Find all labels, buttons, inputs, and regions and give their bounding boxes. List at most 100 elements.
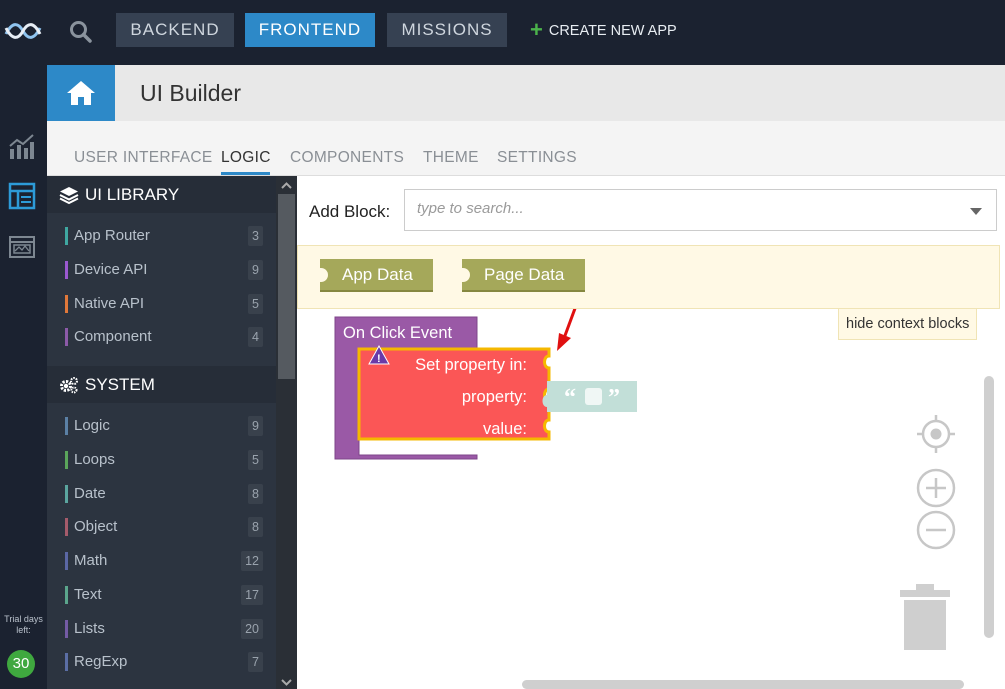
- gears-icon: [60, 377, 78, 394]
- library-item-count: 17: [241, 585, 263, 605]
- library-item-object[interactable]: Object 8: [65, 517, 263, 537]
- tab-frontend[interactable]: FRONTEND: [245, 13, 375, 47]
- logic-workspace[interactable]: Add Block: App Data Page Data hide conte…: [297, 176, 1005, 689]
- library-section-system[interactable]: SYSTEM: [47, 366, 276, 403]
- library-item-label: Native API: [74, 295, 145, 312]
- library-item-count: 12: [241, 551, 263, 571]
- library-item-count: 8: [248, 517, 263, 537]
- context-blocks-bar: App Data Page Data: [297, 245, 1000, 309]
- workspace-scrollbar-vertical[interactable]: [984, 376, 994, 638]
- library-item-date[interactable]: Date 8: [65, 484, 263, 504]
- library-item-logic[interactable]: Logic 9: [65, 416, 263, 436]
- top-bar: BACKEND FRONTEND MISSIONS + CREATE NEW AP…: [0, 0, 1005, 65]
- library-section-ui-library[interactable]: UI LIBRARY: [47, 176, 276, 213]
- library-item-label: Math: [74, 552, 108, 569]
- workspace-scrollbar-horizontal[interactable]: [522, 680, 964, 689]
- library-item-count: 7: [248, 652, 263, 672]
- ui-builder-icon[interactable]: [8, 182, 36, 210]
- library-item-label: RegExp: [74, 653, 128, 670]
- library-item-count: 3: [248, 226, 263, 246]
- create-new-app-button[interactable]: + CREATE NEW APP: [530, 13, 677, 47]
- library-item-label: Text: [74, 586, 102, 603]
- library-item-count: 9: [248, 416, 263, 436]
- library-item-app-router[interactable]: App Router 3: [65, 226, 263, 246]
- blocks-canvas: On Click Event ! Set property in: proper…: [334, 309, 638, 460]
- trash-icon[interactable]: [898, 582, 952, 652]
- add-block-label: Add Block:: [309, 202, 391, 221]
- set-property-title: Set property in:: [415, 356, 527, 374]
- string-block[interactable]: “ ”: [542, 381, 638, 412]
- tab-settings[interactable]: SETTINGS: [497, 149, 577, 167]
- recenter-icon[interactable]: [915, 413, 959, 457]
- add-block-search[interactable]: [404, 189, 997, 231]
- trial-label: Trial days left:: [4, 614, 43, 635]
- context-block-label: Page Data: [484, 265, 565, 284]
- tab-components[interactable]: COMPONENTS: [290, 149, 404, 167]
- library-item-count: 5: [248, 294, 263, 314]
- library-item-count: 9: [248, 260, 263, 280]
- library-item-count: 5: [248, 450, 263, 470]
- library-item-label: Object: [74, 518, 118, 535]
- page-header: UI Builder: [47, 65, 1005, 121]
- library-item-count: 8: [248, 484, 263, 504]
- library-item-text[interactable]: Text 17: [65, 585, 263, 605]
- context-block-label: App Data: [342, 265, 413, 284]
- event-block-label: On Click Event: [343, 324, 453, 342]
- property-label: property:: [462, 388, 527, 406]
- string-close-quote: ”: [608, 385, 620, 411]
- string-open-quote: “: [564, 385, 576, 411]
- chevron-down-icon[interactable]: [970, 208, 982, 215]
- library-item-native-api[interactable]: Native API 5: [65, 294, 263, 314]
- library-item-count: 4: [248, 327, 263, 347]
- subtabs: USER INTERFACE LOGIC COMPONENTS THEME SE…: [47, 121, 1005, 176]
- library-item-label: Loops: [74, 451, 115, 468]
- library-item-label: App Router: [74, 227, 150, 244]
- hide-context-blocks-button[interactable]: hide context blocks: [838, 308, 978, 340]
- tab-user-interface[interactable]: USER INTERFACE: [74, 149, 213, 167]
- trial-days-badge[interactable]: 30: [7, 650, 35, 678]
- context-block-app-data[interactable]: App Data: [320, 259, 433, 292]
- library-item-count: 20: [241, 619, 263, 639]
- page-title: UI Builder: [140, 80, 241, 106]
- library-item-device-api[interactable]: Device API 9: [65, 260, 263, 280]
- add-block-search-input[interactable]: [417, 200, 937, 217]
- set-property-block[interactable]: ! Set property in: property: value:: [357, 344, 551, 441]
- value-label: value:: [483, 420, 527, 438]
- library-scroll-thumb[interactable]: [278, 194, 295, 379]
- console-icon[interactable]: [8, 233, 36, 261]
- home-button[interactable]: [47, 65, 115, 121]
- annotation-arrow-icon: [557, 309, 577, 351]
- library-item-component[interactable]: Component 4: [65, 327, 263, 347]
- plus-icon: +: [530, 17, 543, 42]
- block-library: UI LIBRARY App Router 3 Device API 9 Nat…: [47, 176, 276, 689]
- tab-backend[interactable]: BACKEND: [116, 13, 234, 47]
- scroll-down-icon[interactable]: [281, 679, 292, 686]
- library-item-math[interactable]: Math 12: [65, 551, 263, 571]
- active-tab-indicator: [221, 172, 270, 175]
- string-value-field[interactable]: [585, 388, 602, 405]
- left-rail: [0, 65, 47, 689]
- library-item-regexp[interactable]: RegExp 7: [65, 652, 263, 672]
- library-scrollbar[interactable]: [276, 176, 297, 689]
- zoom-in-icon[interactable]: [915, 467, 957, 509]
- context-block-page-data[interactable]: Page Data: [462, 259, 585, 292]
- search-icon[interactable]: [68, 19, 94, 45]
- library-item-label: Component: [74, 328, 152, 345]
- svg-text:!: !: [377, 353, 381, 365]
- layers-icon: [59, 187, 79, 205]
- scroll-up-icon[interactable]: [281, 182, 292, 189]
- tab-missions[interactable]: MISSIONS: [387, 13, 507, 47]
- tab-logic[interactable]: LOGIC: [221, 149, 271, 167]
- logo-icon[interactable]: [4, 18, 42, 44]
- library-item-label: Lists: [74, 620, 105, 637]
- library-item-loops[interactable]: Loops 5: [65, 450, 263, 470]
- library-section-title: SYSTEM: [85, 375, 155, 394]
- tab-theme[interactable]: THEME: [423, 149, 479, 167]
- library-section-title: UI LIBRARY: [85, 185, 180, 204]
- library-item-label: Device API: [74, 261, 148, 278]
- analytics-icon[interactable]: [8, 132, 36, 160]
- zoom-out-icon[interactable]: [915, 509, 957, 551]
- library-item-lists[interactable]: Lists 20: [65, 619, 263, 639]
- create-new-app-label: CREATE NEW APP: [548, 23, 677, 39]
- library-item-label: Logic: [74, 417, 110, 434]
